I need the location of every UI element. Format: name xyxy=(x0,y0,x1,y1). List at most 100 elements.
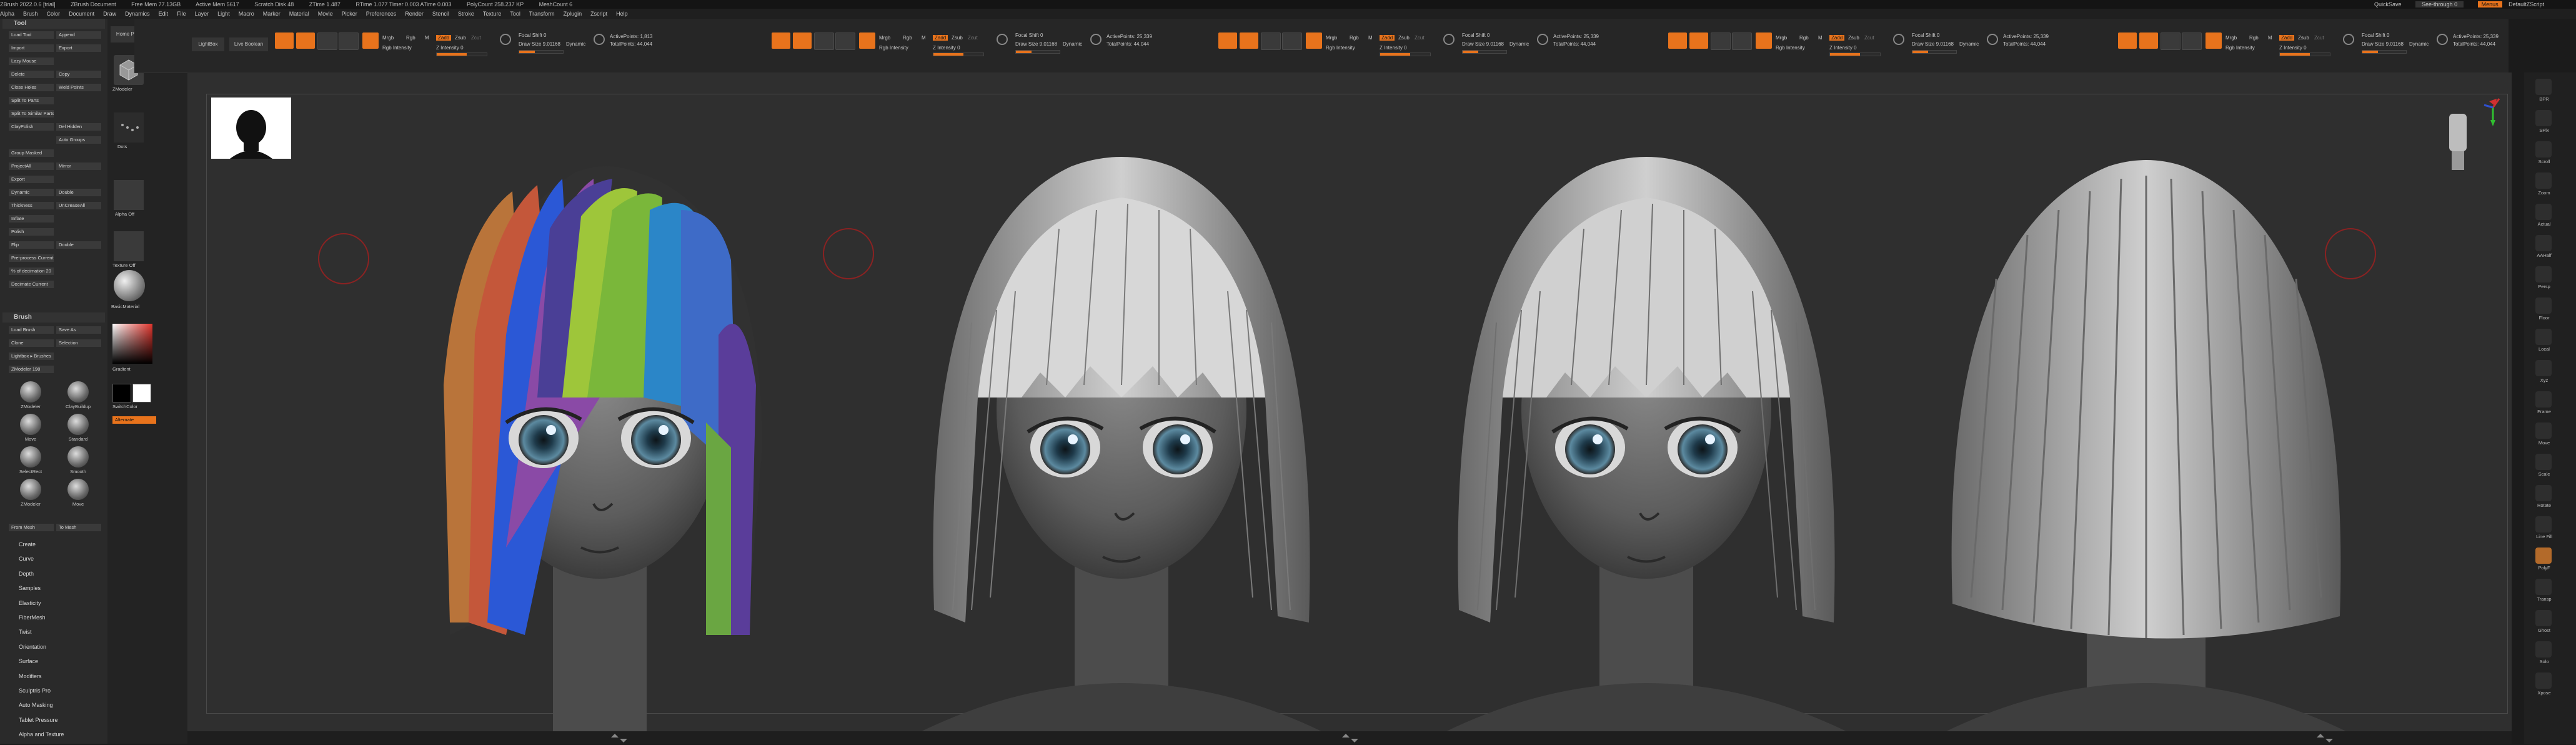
brush-action-button[interactable]: Selection xyxy=(56,339,101,347)
mrgb-label[interactable]: Mrgb xyxy=(879,35,890,41)
zsub-toggle[interactable]: Zsub xyxy=(1848,35,1859,41)
brush-cursor-icon[interactable] xyxy=(1893,34,1904,45)
brush-thumbnail[interactable]: Move xyxy=(56,479,100,510)
aahalf-icon[interactable] xyxy=(2535,235,2552,251)
menu-item-marker[interactable]: Marker xyxy=(263,11,281,17)
menu-item-tool[interactable]: Tool xyxy=(510,11,520,17)
brush-cursor-icon[interactable] xyxy=(2343,34,2354,45)
polyf-icon[interactable] xyxy=(2535,548,2552,564)
zadd-toggle[interactable]: Zadd xyxy=(436,35,452,41)
lightbox-button[interactable]: LightBox xyxy=(192,38,224,51)
menu-item-stroke[interactable]: Stroke xyxy=(458,11,474,17)
tool-action-button[interactable]: % of decimation 20 xyxy=(9,268,54,275)
menu-item-layer[interactable]: Layer xyxy=(195,11,209,17)
zadd-toggle[interactable]: Zadd xyxy=(2279,35,2295,41)
brush-subpalette-sculptris-pro[interactable]: Sculptris Pro xyxy=(19,688,51,694)
tool-action-button[interactable]: Weld Points xyxy=(56,84,101,91)
menu-item-zscript[interactable]: Zscript xyxy=(590,11,607,17)
z-intensity-slider[interactable]: Z Intensity 0 xyxy=(933,45,960,51)
scale-mode-button[interactable] xyxy=(339,32,359,50)
scale-mode-button[interactable] xyxy=(1732,32,1752,50)
brush-subpalette-samples[interactable]: Samples xyxy=(19,585,41,591)
edit-mode-button[interactable] xyxy=(275,32,294,49)
xyz-icon[interactable] xyxy=(2535,360,2552,376)
tool-action-button[interactable]: ClayPolish xyxy=(9,123,54,131)
menu-item-brush[interactable]: Brush xyxy=(23,11,38,17)
draw-size-slider[interactable]: Draw Size 9.01168 xyxy=(1015,41,1057,47)
zcut-toggle[interactable]: Zcut xyxy=(1415,35,1425,41)
move-mode-button[interactable] xyxy=(814,32,834,50)
tool-action-button[interactable]: Auto Groups xyxy=(56,136,101,144)
menu-item-picker[interactable]: Picker xyxy=(342,11,357,17)
dynamic-toggle[interactable]: Dynamic xyxy=(1063,41,1082,47)
tool-action-button[interactable]: Load Tool xyxy=(9,31,54,39)
menus-button[interactable]: Menus xyxy=(2477,1,2502,8)
solo-icon[interactable] xyxy=(2535,641,2552,658)
mrgb-label[interactable]: Mrgb xyxy=(2225,35,2237,41)
rgb-label[interactable]: Rgb xyxy=(2249,35,2259,41)
brush-action-button[interactable]: ZModeler 198 xyxy=(9,366,54,373)
menu-item-zplugin[interactable]: Zplugin xyxy=(564,11,582,17)
tool-action-button[interactable]: Export xyxy=(56,44,101,52)
tool-action-button[interactable]: Double xyxy=(56,189,101,196)
brush-action-button[interactable]: Lightbox ▸ Brushes xyxy=(9,352,54,360)
ghost-icon[interactable] xyxy=(2535,610,2552,626)
mrgb-label[interactable]: Mrgb xyxy=(382,35,394,41)
scale-mode-button[interactable] xyxy=(1282,32,1302,50)
edit-mode-button[interactable] xyxy=(772,32,790,49)
brush-action-button[interactable]: Clone xyxy=(9,339,54,347)
brush-subpalette-create[interactable]: Create xyxy=(19,541,36,548)
menu-item-dynamics[interactable]: Dynamics xyxy=(125,11,150,17)
rgb-intensity-slider[interactable]: Rgb Intensity xyxy=(1776,45,1805,51)
draw-size-track[interactable] xyxy=(1912,50,1957,54)
alternate-button[interactable]: Alternate xyxy=(112,416,156,424)
axis-gizmo[interactable] xyxy=(2437,95,2512,182)
edit-mode-button[interactable] xyxy=(2118,32,2137,49)
m-label[interactable]: M xyxy=(1368,35,1373,41)
menu-item-file[interactable]: File xyxy=(177,11,186,17)
rgb-label[interactable]: Rgb xyxy=(406,35,415,41)
mrgb-label[interactable]: Mrgb xyxy=(1776,35,1787,41)
tool-action-button[interactable]: UnCreaseAll xyxy=(56,202,101,209)
menu-item-draw[interactable]: Draw xyxy=(103,11,116,17)
tool-action-button[interactable]: Pre-process Current xyxy=(9,254,54,262)
z-intensity-track[interactable] xyxy=(933,52,984,56)
zsub-toggle[interactable]: Zsub xyxy=(2298,35,2309,41)
secondary-color-swatch[interactable] xyxy=(132,384,151,402)
from-mesh-button[interactable]: From Mesh xyxy=(9,524,54,531)
brush-thumbnail[interactable]: SelectRect xyxy=(9,446,52,478)
floor-icon[interactable] xyxy=(2535,298,2552,314)
local-icon[interactable] xyxy=(2535,329,2552,345)
menu-item-document[interactable]: Document xyxy=(69,11,94,17)
menu-item-texture[interactable]: Texture xyxy=(483,11,502,17)
scroll-arrows-icon[interactable] xyxy=(1337,732,1362,745)
z-intensity-track[interactable] xyxy=(436,52,487,56)
z-intensity-track[interactable] xyxy=(1380,52,1431,56)
spix-icon[interactable] xyxy=(2535,110,2552,126)
move-mode-button[interactable] xyxy=(1711,32,1731,50)
zcut-toggle[interactable]: Zcut xyxy=(968,35,978,41)
mrgb-toggle[interactable] xyxy=(1756,32,1772,49)
brush-subpalette-auto-masking[interactable]: Auto Masking xyxy=(19,702,53,708)
line-fill-icon[interactable] xyxy=(2535,516,2552,532)
move-icon[interactable] xyxy=(2535,422,2552,439)
frame-icon[interactable] xyxy=(2535,391,2552,408)
brush-thumbnail[interactable]: Smooth xyxy=(56,446,100,478)
tool-action-button[interactable]: Close Holes xyxy=(9,84,54,91)
primary-color-swatch[interactable] xyxy=(112,384,131,402)
mrgb-toggle[interactable] xyxy=(1306,32,1322,49)
mrgb-toggle[interactable] xyxy=(859,32,875,49)
scroll-icon[interactable] xyxy=(2535,141,2552,158)
rgb-intensity-slider[interactable]: Rgb Intensity xyxy=(2225,45,2255,51)
brush-palette-header[interactable]: Brush xyxy=(2,312,105,322)
brush-thumbnail[interactable]: ClayBuildup xyxy=(56,381,100,412)
menu-item-edit[interactable]: Edit xyxy=(159,11,169,17)
switch-color-label[interactable]: SwitchColor xyxy=(112,404,137,409)
draw-mode-button[interactable] xyxy=(1689,32,1708,49)
stroke-thumbnail[interactable] xyxy=(114,112,144,142)
brush-cursor-icon[interactable] xyxy=(500,34,511,45)
tool-palette-header[interactable]: Tool xyxy=(2,19,105,29)
zadd-toggle[interactable]: Zadd xyxy=(1829,35,1845,41)
zadd-toggle[interactable]: Zadd xyxy=(1380,35,1395,41)
draw-mode-button[interactable] xyxy=(1240,32,1258,49)
